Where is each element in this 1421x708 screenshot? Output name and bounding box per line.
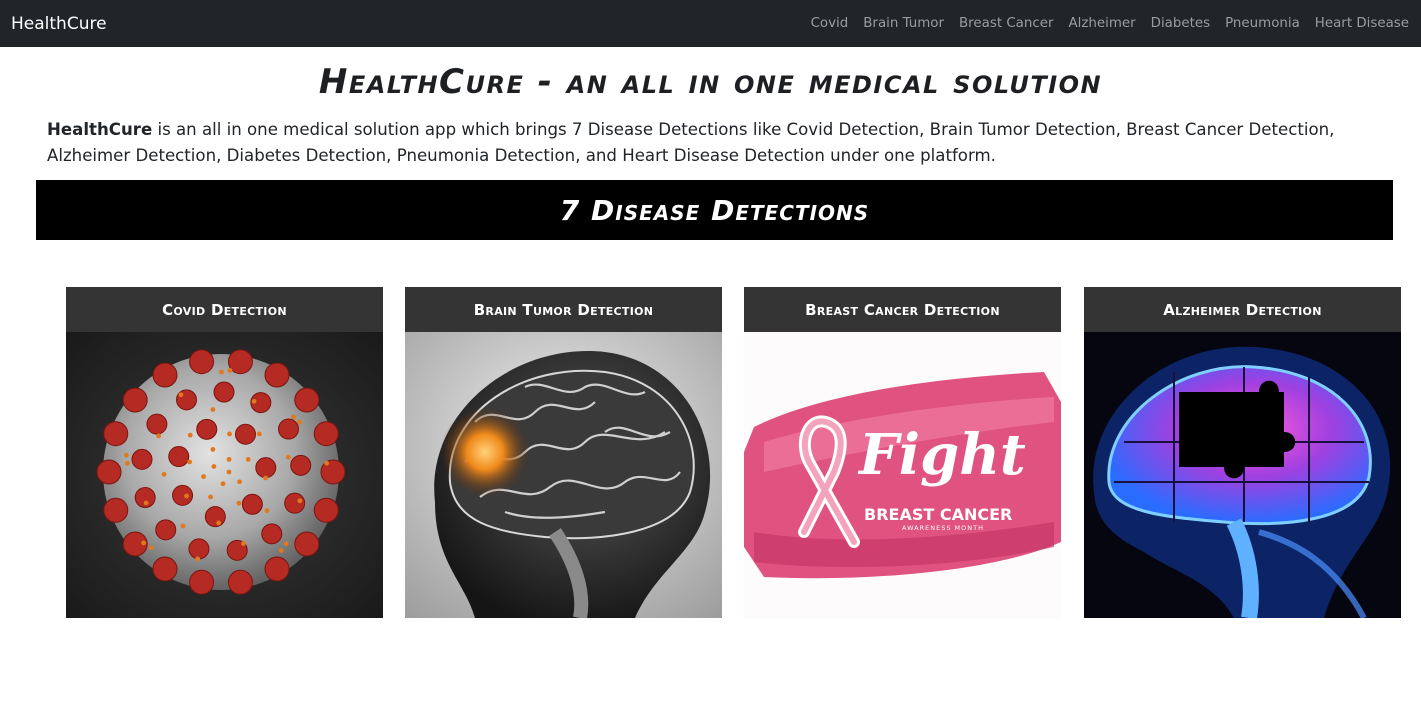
nav-link-breast-cancer[interactable]: Breast Cancer xyxy=(952,16,1061,31)
intro-brand: HealthCure xyxy=(47,120,153,139)
awareness-month-text: AWARENESS MONTH xyxy=(902,524,984,532)
breast-cancer-image[interactable]: Fight BREAST CANCER AWARENESS MONTH xyxy=(744,332,1061,618)
nav-links: Covid Brain Tumor Breast Cancer Alzheime… xyxy=(803,16,1409,31)
brand-link[interactable]: HealthCure xyxy=(11,14,107,34)
alzheimer-image[interactable] xyxy=(1084,332,1401,618)
card-title: Brain Tumor Detection xyxy=(405,287,722,332)
nav-link-heart-disease[interactable]: Heart Disease xyxy=(1307,16,1409,31)
nav-link-covid[interactable]: Covid xyxy=(803,16,856,31)
card-covid[interactable]: Covid Detection xyxy=(66,287,383,618)
intro-text: is an all in one medical solution app wh… xyxy=(47,120,1335,165)
awareness-ribbon-illustration: Fight BREAST CANCER AWARENESS MONTH xyxy=(744,332,1061,618)
brain-puzzle-illustration xyxy=(1084,332,1401,618)
banner-title: 7 Disease Detections xyxy=(559,193,870,227)
card-brain-tumor[interactable]: Brain Tumor Detection xyxy=(405,287,722,618)
section-banner: 7 Disease Detections xyxy=(36,180,1393,240)
card-title: Covid Detection xyxy=(66,287,383,332)
nav-link-diabetes[interactable]: Diabetes xyxy=(1143,16,1217,31)
page-title: HealthCure - an all in one medical solut… xyxy=(318,62,1103,102)
card-title: Breast Cancer Detection xyxy=(744,287,1061,332)
covid-virus-illustration xyxy=(66,332,383,618)
covid-virus-image[interactable] xyxy=(66,332,383,618)
intro-paragraph: HealthCure is an all in one medical solu… xyxy=(47,117,1377,168)
nav-link-brain-tumor[interactable]: Brain Tumor xyxy=(856,16,952,31)
nav-link-pneumonia[interactable]: Pneumonia xyxy=(1218,16,1308,31)
breast-cancer-text: BREAST CANCER xyxy=(864,505,1012,524)
card-title: Alzheimer Detection xyxy=(1084,287,1401,332)
fight-text: Fight xyxy=(857,422,1026,488)
card-alzheimer[interactable]: Alzheimer Detection xyxy=(1084,287,1401,618)
card-breast-cancer[interactable]: Breast Cancer Detection Fight BREAST CAN… xyxy=(744,287,1061,618)
brain-xray-illustration xyxy=(405,332,722,618)
brain-tumor-image[interactable] xyxy=(405,332,722,618)
navbar: HealthCure Covid Brain Tumor Breast Canc… xyxy=(0,0,1421,47)
nav-link-alzheimer[interactable]: Alzheimer xyxy=(1061,16,1143,31)
